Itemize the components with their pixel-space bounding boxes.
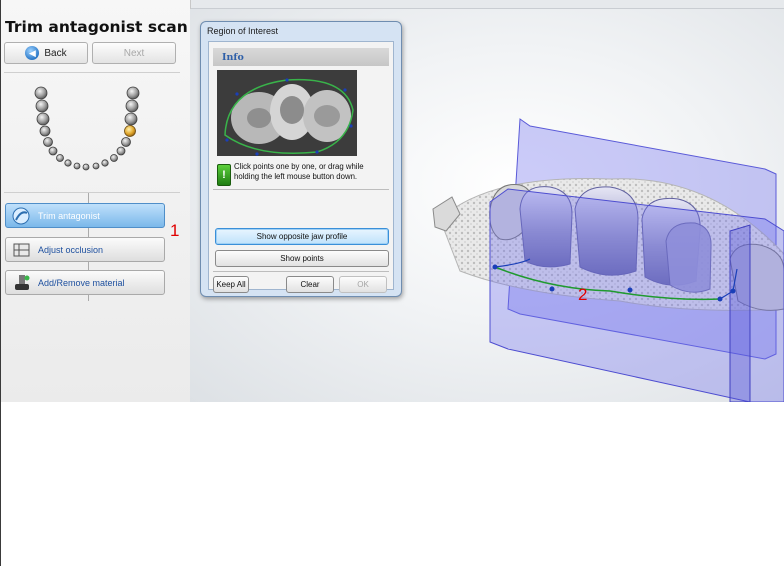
dialog-body: Info ! Click points one by one, or drag … xyxy=(208,41,394,293)
next-button[interactable]: Next xyxy=(92,42,176,64)
keep-all-button[interactable]: Keep All xyxy=(213,276,249,293)
back-arrow-icon: ◀ xyxy=(25,46,40,60)
scanner-icon xyxy=(12,207,30,224)
back-label: Back xyxy=(44,47,67,59)
step-label: Add/Remove material xyxy=(38,277,125,288)
button-label: Show points xyxy=(280,254,324,263)
occlusion-icon xyxy=(13,243,30,256)
step-trim-antagonist[interactable]: Trim antagonist xyxy=(5,203,165,228)
divider xyxy=(4,192,180,193)
step-connector xyxy=(88,295,89,301)
button-label: Keep All xyxy=(216,280,246,289)
next-label: Next xyxy=(123,47,145,59)
step-label: Trim antagonist xyxy=(38,210,100,221)
page-title: Trim antagonist scan xyxy=(5,18,188,36)
show-points-button[interactable]: Show points xyxy=(215,250,389,267)
info-header: Info xyxy=(213,48,389,66)
region-of-interest-dialog[interactable]: Region of Interest Info ! Click points o… xyxy=(200,21,402,297)
step-connector xyxy=(88,193,89,203)
ok-button[interactable]: OK xyxy=(339,276,387,293)
step-label: Adjust occlusion xyxy=(38,244,104,255)
divider xyxy=(213,189,389,190)
step-connector xyxy=(88,228,89,237)
left-panel: Trim antagonist scan ◀ Back Next Trim an… xyxy=(1,0,191,402)
info-icon: ! xyxy=(217,164,231,186)
back-button[interactable]: ◀ Back xyxy=(4,42,88,64)
top-edge xyxy=(190,0,784,9)
material-icon xyxy=(15,274,30,290)
button-label: OK xyxy=(357,280,369,289)
button-label: Clear xyxy=(300,280,320,289)
show-opposite-jaw-profile-button[interactable]: Show opposite jaw profile xyxy=(215,228,389,245)
button-label: Show opposite jaw profile xyxy=(256,232,348,241)
dialog-title: Region of Interest xyxy=(207,26,279,36)
step-add-remove-material[interactable]: Add/Remove material xyxy=(5,270,165,295)
hint-text: Click points one by one, or drag while h… xyxy=(234,162,364,181)
annotation-marker: 1 xyxy=(170,221,180,240)
step-connector xyxy=(88,262,89,270)
roi-preview-image xyxy=(217,70,357,156)
step-adjust-occlusion[interactable]: Adjust occlusion xyxy=(5,237,165,262)
divider xyxy=(4,72,180,73)
divider xyxy=(213,271,389,272)
clear-button[interactable]: Clear xyxy=(286,276,334,293)
annotation-marker: 2 xyxy=(578,285,588,304)
tooth-chart-icon[interactable] xyxy=(23,85,163,185)
